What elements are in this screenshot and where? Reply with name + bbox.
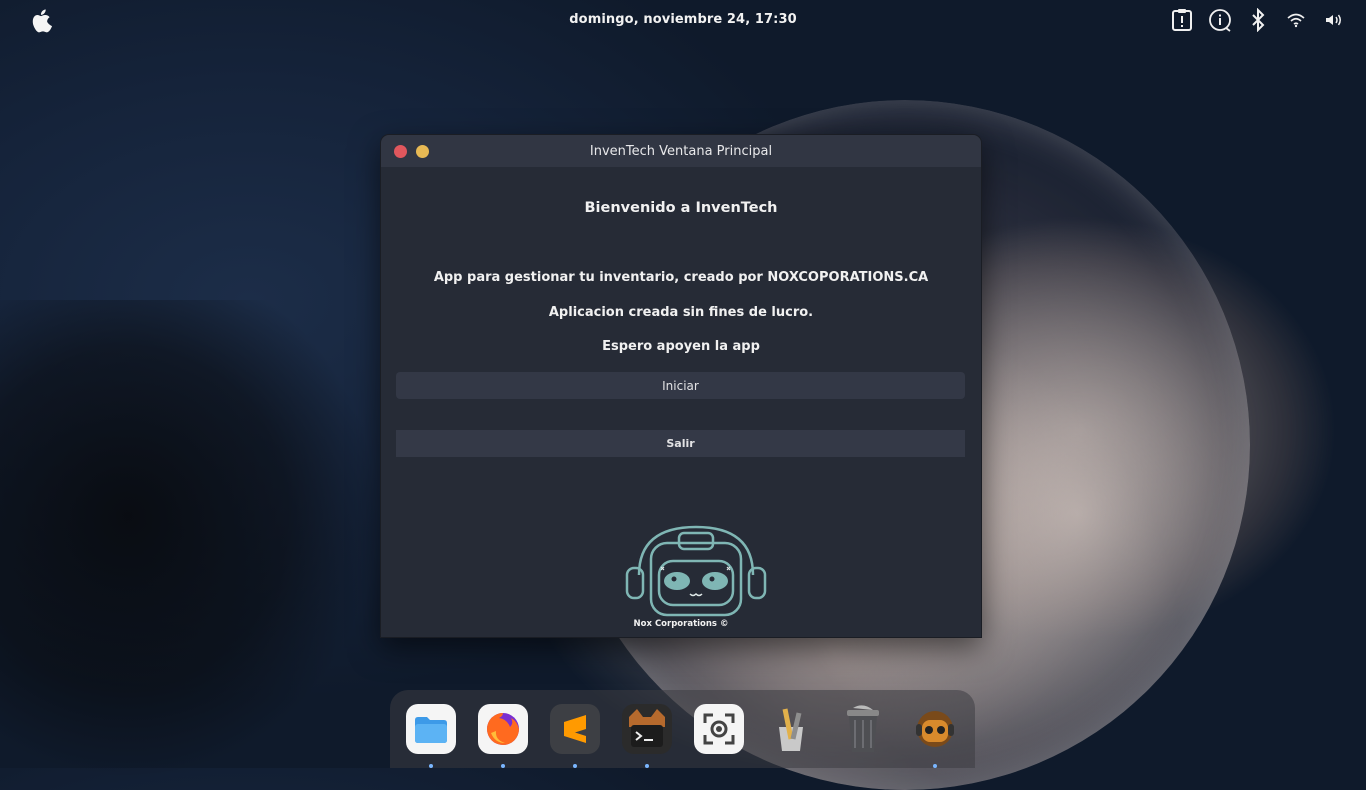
bluetooth-icon[interactable] xyxy=(1246,8,1270,32)
window-title: InvenTech Ventana Principal xyxy=(589,143,773,159)
system-tray xyxy=(1170,8,1346,32)
top-bar: domingo, noviembre 24, 17:30 xyxy=(0,0,1366,40)
running-indicator xyxy=(645,764,649,768)
footer-text: Nox Corporations © xyxy=(633,619,729,629)
text-editor-icon[interactable] xyxy=(766,704,816,754)
terminal-icon[interactable] xyxy=(622,704,672,768)
support-text: Espero apoyen la app xyxy=(602,339,760,354)
wallpaper-tree xyxy=(0,300,380,780)
info-icon[interactable] xyxy=(1208,8,1232,32)
running-indicator xyxy=(501,764,505,768)
running-indicator xyxy=(573,764,577,768)
welcome-heading: Bienvenido a InvenTech xyxy=(584,200,778,216)
robot-mascot-logo xyxy=(621,523,771,623)
inventech-icon[interactable] xyxy=(910,704,960,768)
wifi-icon[interactable] xyxy=(1284,8,1308,32)
description-text: App para gestionar tu inventario, creado… xyxy=(433,270,929,285)
firefox-icon[interactable] xyxy=(478,704,528,768)
clock[interactable]: domingo, noviembre 24, 17:30 xyxy=(0,12,1366,27)
window-titlebar[interactable]: InvenTech Ventana Principal xyxy=(381,135,981,167)
nonprofit-text: Aplicacion creada sin fines de lucro. xyxy=(548,305,814,320)
sublime-text-icon[interactable] xyxy=(550,704,600,768)
dock xyxy=(390,690,975,768)
running-indicator xyxy=(933,764,937,768)
minimize-button[interactable] xyxy=(416,145,429,158)
files-icon[interactable] xyxy=(406,704,456,768)
clipboard-icon[interactable] xyxy=(1170,8,1194,32)
close-button[interactable] xyxy=(394,145,407,158)
window-content: Bienvenido a InvenTech App para gestiona… xyxy=(381,167,981,637)
main-window: InvenTech Ventana Principal Bienvenido a… xyxy=(380,134,982,638)
exit-button[interactable]: Salir xyxy=(396,430,965,457)
screenshot-icon[interactable] xyxy=(694,704,744,754)
running-indicator xyxy=(429,764,433,768)
start-button[interactable]: Iniciar xyxy=(396,372,965,399)
trash-icon[interactable] xyxy=(838,704,888,754)
volume-icon[interactable] xyxy=(1322,8,1346,32)
